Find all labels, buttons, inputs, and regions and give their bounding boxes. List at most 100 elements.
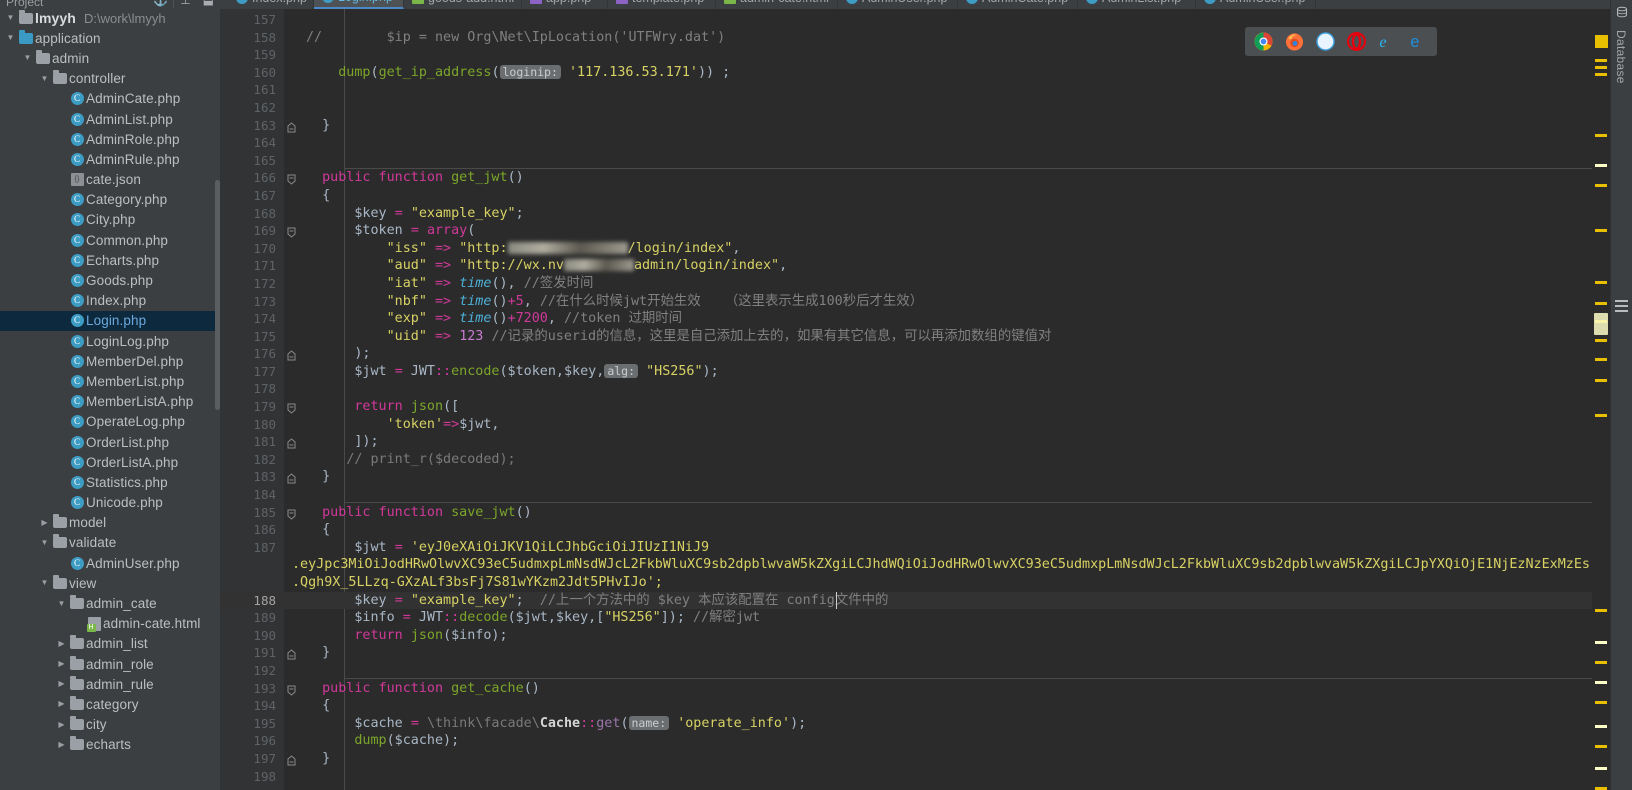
code-line[interactable] — [284, 81, 1592, 99]
line-number[interactable]: 178 — [220, 380, 284, 398]
edge-icon[interactable]: e — [1409, 32, 1428, 51]
editor-tab-adminuser-php[interactable]: CAdminUser.php✕ — [1196, 0, 1321, 9]
line-number[interactable]: 159 — [220, 46, 284, 64]
code-marker[interactable] — [1595, 767, 1607, 770]
error-markers-strip[interactable] — [1592, 9, 1610, 790]
line-number[interactable]: 162 — [220, 99, 284, 117]
code-line[interactable]: // print_r($decoded); — [284, 451, 1592, 469]
tree-item-adminlist-php[interactable]: ·CAdminList.php — [0, 109, 220, 129]
tree-item-category[interactable]: ▶ category — [0, 694, 220, 714]
code-marker[interactable] — [1595, 641, 1607, 644]
code-content[interactable]: // $ip = new Org\Net\IpLocation('UTFWry.… — [284, 9, 1592, 790]
tree-item-admin-cate-html[interactable]: · admin-cate.html — [0, 614, 220, 634]
code-line[interactable]: "iat" => time(), //签发时间 — [284, 275, 1592, 293]
tree-item-admin-cate[interactable]: ▼ admin_cate — [0, 593, 220, 613]
project-toolbar-icons[interactable]: ⚓ ⊥ ⬓ — [153, 0, 214, 6]
line-number[interactable]: 197 — [220, 750, 296, 768]
editor-tab-bar[interactable]: CIndex.php✕CLogin.php✕Hgoods-add.html✕PH… — [220, 0, 1610, 9]
code-line[interactable]: 'token'=>$jwt, — [284, 416, 1592, 434]
tree-item-unicode-php[interactable]: ·CUnicode.php — [0, 493, 220, 513]
line-number[interactable]: 175 — [220, 328, 284, 346]
code-marker[interactable] — [1595, 66, 1607, 69]
line-number[interactable]: 166 — [220, 169, 296, 187]
tree-item-index-php[interactable]: ·CIndex.php — [0, 291, 220, 311]
line-number[interactable]: 167 — [220, 187, 284, 205]
code-line[interactable]: "iss" => "http:/login/index", — [284, 240, 1592, 258]
code-marker[interactable] — [1595, 358, 1607, 361]
close-icon[interactable]: ✕ — [598, 0, 606, 4]
browser-launch-bar[interactable]: e e — [1245, 27, 1437, 56]
line-number[interactable]: 171 — [220, 257, 284, 275]
inspection-status-box[interactable] — [1595, 35, 1608, 48]
code-line[interactable]: } — [284, 468, 1592, 486]
tree-item-category-php[interactable]: ·CCategory.php — [0, 190, 220, 210]
collapse-icon[interactable]: ⊥ — [180, 0, 190, 6]
anchor-icon[interactable]: ⚓ — [153, 0, 168, 6]
line-number[interactable]: 164 — [220, 134, 284, 152]
editor-tab-admin-cate-html[interactable]: Hadmin-cate.html✕ — [716, 0, 844, 9]
chevron-down-icon[interactable]: ▼ — [4, 28, 17, 48]
opera-icon[interactable] — [1347, 32, 1366, 51]
editor-tab-admincate-php[interactable]: CAdminCate.php✕ — [958, 0, 1084, 9]
line-number[interactable]: 183 — [220, 468, 296, 486]
code-line[interactable]: dump($cache); — [284, 732, 1592, 750]
chevron-down-icon[interactable]: ▼ — [38, 533, 51, 553]
code-marker[interactable] — [1595, 164, 1607, 167]
database-icon[interactable] — [1616, 6, 1628, 18]
code-marker[interactable] — [1595, 59, 1607, 62]
code-line[interactable]: $cache = \think\facade\Cache::get(name: … — [284, 715, 1592, 733]
code-line[interactable]: } — [284, 644, 1592, 662]
tree-item-admin[interactable]: ▼ admin — [0, 48, 220, 68]
code-line[interactable]: return json($info); — [284, 627, 1592, 645]
safari-icon[interactable] — [1316, 32, 1335, 51]
code-marker[interactable] — [1595, 661, 1607, 664]
tree-item-admin-rule[interactable]: ▶ admin_rule — [0, 674, 220, 694]
right-tool-strip[interactable]: Database — [1610, 0, 1632, 790]
line-number[interactable]: 165 — [220, 152, 284, 170]
line-number[interactable]: 191 — [220, 644, 296, 662]
tree-item-admincate-php[interactable]: ·CAdminCate.php — [0, 89, 220, 109]
line-number[interactable]: 186 — [220, 521, 284, 539]
menu-icon[interactable] — [1615, 300, 1628, 315]
code-line[interactable]: $jwt = 'eyJ0eXAiOiJKV1QiLCJhbGciOiJIUzI1… — [284, 539, 1592, 557]
code-line[interactable]: } — [284, 750, 1592, 768]
tree-item-adminrole-php[interactable]: ·CAdminRole.php — [0, 129, 220, 149]
editor-tab-adminuser-php[interactable]: CAdminUser.php✕ — [838, 0, 963, 9]
line-number[interactable]: 190 — [220, 627, 284, 645]
code-line[interactable]: ); — [284, 345, 1592, 363]
code-line[interactable]: public function get_cache() — [284, 680, 1592, 698]
code-line[interactable]: dump(get_ip_address(loginip: '117.136.53… — [284, 64, 1592, 82]
line-number[interactable]: 182 — [220, 451, 284, 469]
code-line[interactable]: $jwt = JWT::encode($token,$key, alg: "HS2… — [284, 363, 1592, 381]
line-number[interactable]: 173 — [220, 293, 284, 311]
editor-tab-template-php[interactable]: PHPtemplate.php✕ — [608, 0, 720, 9]
code-line[interactable]: ]); — [284, 433, 1592, 451]
line-number[interactable]: 172 — [220, 275, 284, 293]
chevron-right-icon[interactable]: ▶ — [55, 654, 68, 674]
code-marker[interactable] — [1595, 134, 1607, 137]
line-number[interactable]: 185 — [220, 504, 296, 522]
code-line[interactable]: $key = "example_key"; //上一个方法中的 $key 本应该… — [284, 591, 1592, 610]
tree-item-goods-php[interactable]: ·CGoods.php — [0, 270, 220, 290]
line-number-gutter[interactable]: 157 158 159 160 161 162 163 164 165 166 167 168 169 1… — [220, 9, 305, 790]
tree-item-view[interactable]: ▼ view — [0, 573, 220, 593]
line-number[interactable]: 176 — [220, 345, 296, 363]
tree-item-echarts-php[interactable]: ·CEcharts.php — [0, 250, 220, 270]
database-tool-label[interactable]: Database — [1614, 30, 1628, 84]
chevron-down-icon[interactable]: ▼ — [21, 48, 34, 68]
tree-item-city-php[interactable]: ·CCity.php — [0, 210, 220, 230]
tree-root-lmyyh[interactable]: ▼ lmyyh D:\work\lmyyh — [0, 8, 220, 28]
code-line[interactable]: return json([ — [284, 398, 1592, 416]
line-number[interactable]: 184 — [220, 486, 284, 504]
line-number[interactable]: 192 — [220, 662, 284, 680]
hide-icon[interactable]: ⬓ — [203, 0, 214, 6]
tree-item-statistics-php[interactable]: ·CStatistics.php — [0, 472, 220, 492]
code-marker[interactable] — [1595, 725, 1607, 728]
chevron-right-icon[interactable]: ▶ — [55, 694, 68, 714]
close-icon[interactable]: ✕ — [1312, 0, 1320, 4]
code-marker[interactable] — [1595, 184, 1607, 187]
tree-item-orderlista-php[interactable]: ·COrderListA.php — [0, 452, 220, 472]
code-marker[interactable] — [1595, 73, 1607, 76]
code-marker[interactable] — [1595, 414, 1607, 417]
tree-item-city[interactable]: ▶ city — [0, 715, 220, 735]
